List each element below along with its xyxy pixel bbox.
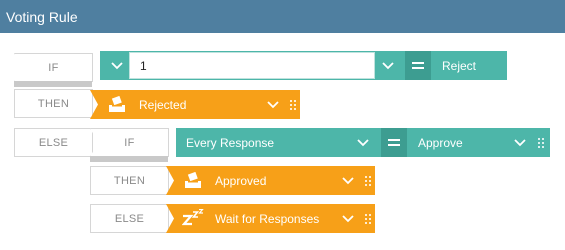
drag-handle-icon[interactable] [363, 166, 373, 195]
nested-else-action-label: Wait for Responses [215, 211, 320, 226]
chevron-down-icon[interactable] [381, 59, 395, 73]
if-branch-connector [14, 81, 92, 87]
condition-value-input[interactable]: 1 [129, 52, 375, 79]
condition-result-select[interactable]: Approve [418, 128, 463, 157]
then-action-label: Rejected [139, 97, 187, 112]
drag-handle-icon[interactable] [363, 204, 373, 233]
if-keyword: IF [14, 53, 93, 82]
nested-then-action-label: Approved [215, 173, 267, 188]
if-keyword-label: IF [48, 61, 59, 74]
nested-if-branch-connector [90, 156, 168, 162]
drag-handle-icon[interactable] [288, 90, 298, 119]
rule-canvas: IF 1 Reject THEN Rejected ELSE IF Every … [0, 33, 565, 250]
then-keyword: THEN [14, 89, 93, 118]
equals-icon[interactable] [405, 51, 431, 80]
chevron-down-icon[interactable] [341, 212, 355, 226]
nested-then-keyword: THEN [90, 166, 169, 195]
nested-if-keyword: IF [90, 128, 169, 157]
nested-else-keyword: ELSE [90, 204, 169, 233]
nested-if-condition-bar[interactable]: Every Response Approve [176, 128, 550, 157]
nested-then-keyword-label: THEN [113, 174, 146, 187]
window-title: Voting Rule [6, 8, 78, 25]
else-keyword-label: ELSE [38, 136, 69, 149]
ballot-box-icon [185, 172, 201, 188]
then-action-rejected[interactable]: Rejected [90, 90, 300, 119]
then-keyword-label: THEN [37, 97, 70, 110]
nested-else-keyword-label: ELSE [114, 212, 145, 225]
chevron-down-icon[interactable] [513, 136, 527, 150]
chevron-down-icon[interactable] [110, 59, 124, 73]
chevron-down-icon[interactable] [341, 174, 355, 188]
nested-then-action-approved[interactable]: Approved [166, 166, 375, 195]
nested-else-action-wait[interactable]: Wait for Responses [166, 204, 375, 233]
ballot-box-icon [109, 96, 125, 112]
window-title-bar: Voting Rule [0, 0, 565, 33]
chevron-down-icon[interactable] [356, 136, 370, 150]
if-condition-bar[interactable]: 1 Reject [100, 51, 507, 80]
equals-icon[interactable] [381, 128, 407, 157]
else-keyword: ELSE [14, 128, 93, 157]
nested-if-keyword-label: IF [124, 136, 135, 149]
condition-value-text: 1 [140, 58, 147, 73]
condition-field-select[interactable]: Every Response [186, 128, 274, 157]
condition-result-select[interactable]: Reject [442, 51, 476, 80]
chevron-down-icon[interactable] [266, 98, 280, 112]
drag-handle-icon[interactable] [536, 128, 546, 157]
sleep-zzz-icon [182, 209, 204, 226]
